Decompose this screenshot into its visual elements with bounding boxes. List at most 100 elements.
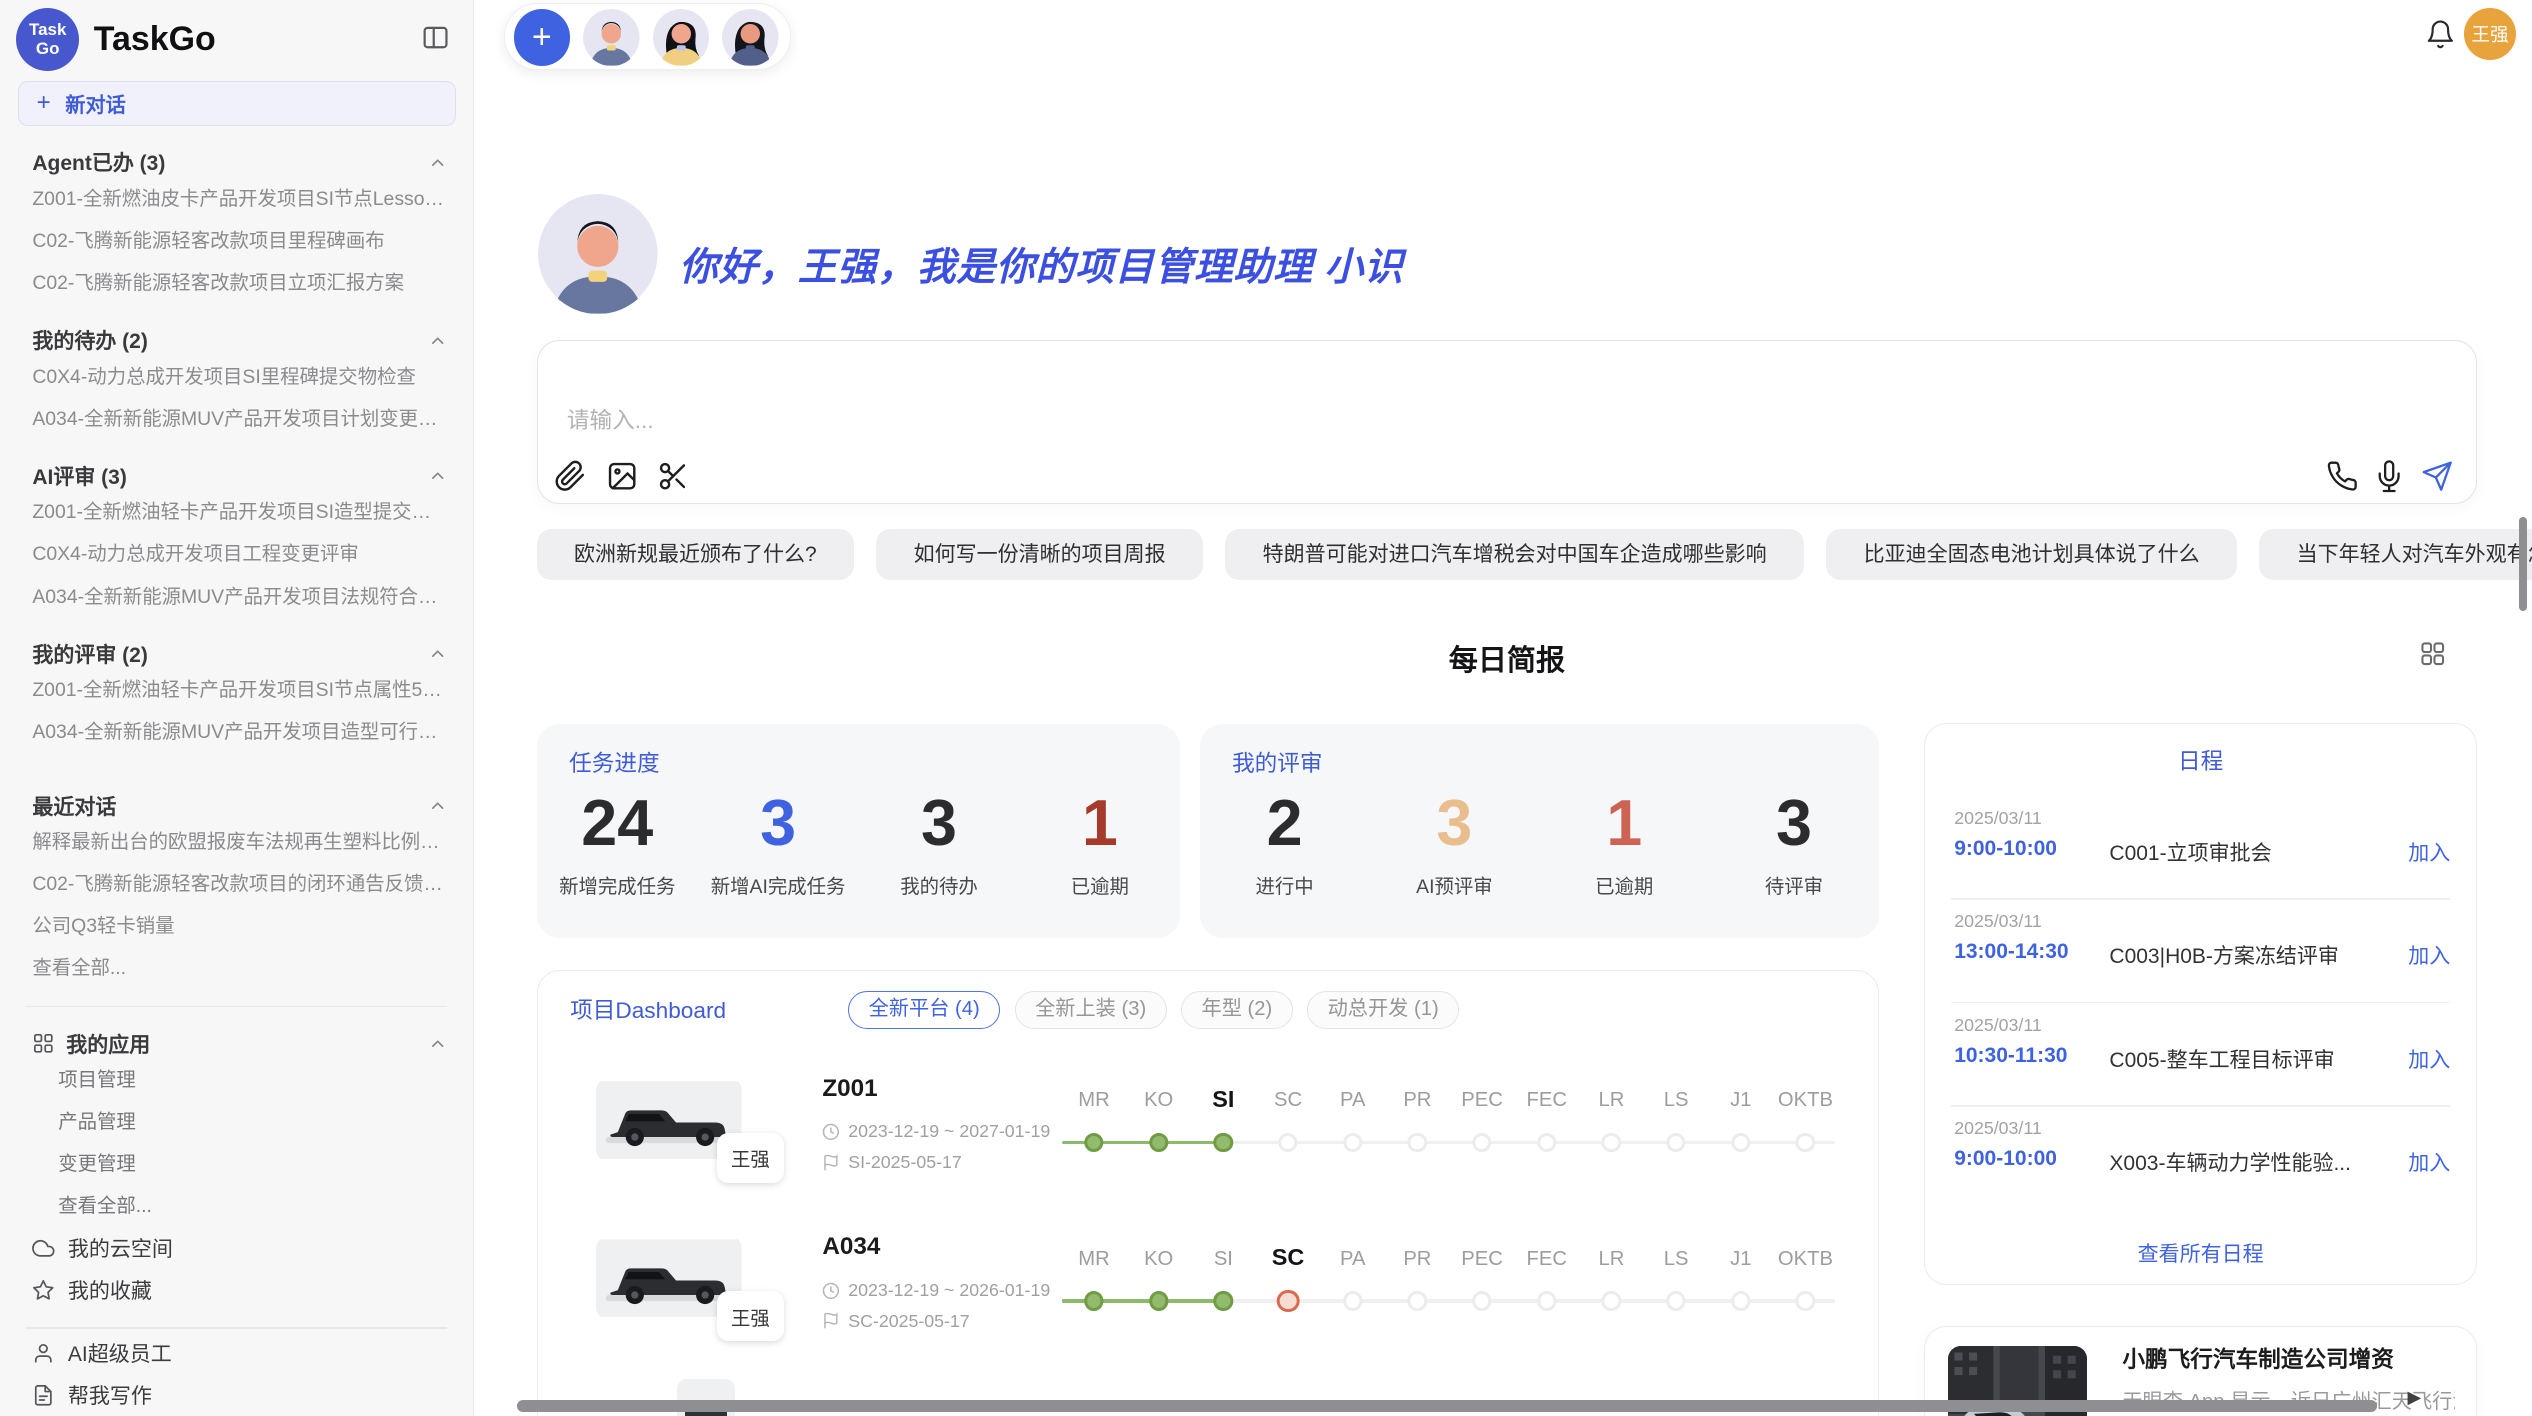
send-icon[interactable] [2421, 460, 2453, 492]
sidebar-item[interactable]: A034-全新新能源MUV产品开发项目计划变更表编写 [0, 398, 473, 440]
view-all-schedule-link[interactable]: 查看所有日程 [1925, 1238, 2476, 1268]
stat-in-progress: 2进行中 [1200, 786, 1370, 899]
sidebar-item[interactable]: A034-全新新能源MUV产品开发项目造型可行性评审 [0, 711, 473, 753]
sidebar-tool[interactable]: 帮我写作 [0, 1374, 473, 1416]
milestone-dot [1472, 1291, 1491, 1310]
dashboard-tab[interactable]: 全新平台 (4) [848, 991, 1000, 1030]
milestone-dot [1149, 1133, 1168, 1152]
suggestion-chip[interactable]: 欧洲新规最近颁布了什么? [537, 529, 854, 581]
sidebar-item[interactable]: 项目管理 [0, 1059, 473, 1101]
dashboard-tab[interactable]: 年型 (2) [1181, 991, 1293, 1030]
sidebar-item[interactable]: C02-飞腾新能源轻客改款项目立项汇报方案 [0, 262, 473, 304]
milestone-label: PA [1340, 1248, 1365, 1271]
sidebar-section-recent[interactable]: 最近对话 [0, 791, 473, 822]
join-event-link[interactable]: 加入 [2408, 940, 2450, 970]
milestone-label: LS [1664, 1089, 1689, 1112]
event-divider [1951, 1002, 2450, 1004]
event-time: 10:30-11:30 [1954, 1044, 2067, 1068]
plus-icon: + [37, 89, 51, 117]
chevron-up-icon [428, 796, 447, 815]
sidebar-collapse-icon[interactable] [421, 23, 453, 55]
milestone-label: SC [1274, 1089, 1302, 1112]
event-time: 9:00-10:00 [1954, 837, 2057, 861]
sidebar-section-header[interactable]: 我的评审 (2) [0, 639, 473, 670]
suggestion-chip[interactable]: 如何写一份清晰的项目周报 [876, 529, 1202, 581]
voice-call-icon[interactable] [2326, 460, 2358, 492]
milestone-label: OKTB [1778, 1089, 1833, 1112]
event-date: 2025/03/11 [1954, 911, 2042, 932]
sidebar-item[interactable]: 查看全部... [0, 947, 473, 989]
project-dates: 2023-12-19 ~ 2026-01-19 [822, 1280, 1050, 1301]
session-avatar-bar: + [504, 3, 790, 69]
sidebar-section-header[interactable]: AI评审 (3) [0, 461, 473, 492]
sidebar-item[interactable]: C02-飞腾新能源轻客改款项目的闭环通告反馈情况 [0, 863, 473, 905]
card-title: 我的评审 [1232, 745, 1323, 778]
horizontal-scrollbar[interactable] [517, 1400, 2376, 1411]
stat-review-overdue: 1已逾期 [1539, 786, 1709, 899]
microphone-icon[interactable] [2373, 460, 2405, 492]
milestone-label: OKTB [1778, 1248, 1833, 1271]
taskgo-logo-icon: Task Go [16, 8, 79, 71]
dashboard-tab[interactable]: 动总开发 (1) [1307, 991, 1459, 1030]
sidebar-item[interactable]: Z001-全新燃油轻卡产品开发项目SI节点属性5D文件评审 [0, 669, 473, 711]
suggestion-chip[interactable]: 当下年轻人对汽车外观有怎样的喜好趋势 [2259, 529, 2532, 581]
sidebar-item[interactable]: 变更管理 [0, 1143, 473, 1185]
sidebar-item[interactable]: 产品管理 [0, 1101, 473, 1143]
new-chat-label: 新对话 [65, 89, 126, 118]
dashboard-tab[interactable]: 全新上装 (3) [1015, 991, 1167, 1030]
join-event-link[interactable]: 加入 [2408, 837, 2450, 867]
user-avatar[interactable]: 王强 [2464, 8, 2516, 60]
project-id[interactable]: Z001 [822, 1075, 877, 1103]
sidebar-item[interactable]: 查看全部... [0, 1185, 473, 1227]
notification-bell-icon[interactable] [2425, 19, 2457, 51]
chevron-up-icon [428, 644, 447, 663]
scroll-right-arrow-icon[interactable]: ▶ [2408, 1387, 2422, 1408]
sidebar-link[interactable]: 我的云空间 [0, 1227, 473, 1269]
sidebar-section-header[interactable]: Agent已办 (3) [0, 147, 473, 178]
sidebar-section-my-apps[interactable]: 我的应用 [0, 1028, 473, 1059]
sidebar-item[interactable]: C0X4-动力总成开发项目SI里程碑提交物检查 [0, 356, 473, 398]
event-time: 9:00-10:00 [1954, 1147, 2057, 1171]
milestone-label: PR [1403, 1248, 1431, 1271]
scissors-icon[interactable] [657, 460, 689, 492]
suggestion-chip[interactable]: 特朗普可能对进口汽车增税会对中国车企造成哪些影响 [1225, 529, 1803, 581]
milestone-dot [1214, 1291, 1233, 1310]
add-session-button[interactable]: + [514, 9, 571, 66]
sidebar-link[interactable]: 我的收藏 [0, 1269, 473, 1311]
stat-ai-prereview: 3AI预评审 [1370, 786, 1540, 899]
sidebar-item[interactable]: C0X4-动力总成开发项目工程变更评审 [0, 533, 473, 575]
vertical-scrollbar[interactable] [2519, 517, 2527, 611]
suggestion-chip[interactable]: 比亚迪全固态电池计划具体说了什么 [1826, 529, 2236, 581]
member-avatar[interactable] [722, 9, 779, 66]
sidebar-item[interactable]: 公司Q3轻卡销量 [0, 905, 473, 947]
layout-grid-icon[interactable] [2419, 640, 2446, 667]
milestone-label: J1 [1730, 1248, 1751, 1271]
image-upload-icon[interactable] [606, 460, 638, 492]
task-progress-card: 任务进度 24新增完成任务 3新增AI完成任务 3我的待办 1已逾期 [537, 724, 1181, 937]
clock-icon [822, 1123, 840, 1141]
sidebar-section-header[interactable]: 我的待办 (2) [0, 325, 473, 356]
milestone-label: PA [1340, 1089, 1365, 1112]
chat-input[interactable] [554, 402, 2171, 460]
sidebar-item[interactable]: 解释最新出台的欧盟报废车法规再生塑料比例被调至15%... [0, 821, 473, 863]
sidebar-item[interactable]: A034-全新新能源MUV产品开发项目法规符合性评审 [0, 576, 473, 618]
join-event-link[interactable]: 加入 [2408, 1147, 2450, 1177]
project-id[interactable]: A034 [822, 1233, 880, 1261]
milestone-dot [1796, 1133, 1815, 1152]
project-next-milestone: SI-2025-05-17 [822, 1152, 961, 1173]
sidebar-item[interactable]: Z001-全新燃油轻卡产品开发项目SI造型提交物评审 [0, 491, 473, 533]
member-avatar[interactable] [583, 9, 640, 66]
sidebar-item[interactable]: C02-飞腾新能源轻客改款项目里程碑画布 [0, 220, 473, 262]
event-date: 2025/03/11 [1954, 1118, 2042, 1139]
event-divider [1951, 898, 2450, 900]
member-avatar[interactable] [653, 9, 710, 66]
greeting-text: 你好，王强，我是你的项目管理助理 小识 [679, 236, 1403, 292]
sidebar-item[interactable]: Z001-全新燃油皮卡产品开发项目SI节点Lesson Learn报告 [0, 178, 473, 220]
join-event-link[interactable]: 加入 [2408, 1044, 2450, 1074]
milestone-dot [1277, 1290, 1300, 1313]
milestone-dot [1796, 1291, 1815, 1310]
new-chat-button[interactable]: + 新对话 [18, 81, 456, 126]
schedule-event: 2025/03/11 9:00-10:00 C001-立项审批会 加入 [1954, 801, 2450, 904]
sidebar-tool[interactable]: AI超级员工 [0, 1332, 473, 1374]
attachment-icon[interactable] [554, 460, 586, 492]
